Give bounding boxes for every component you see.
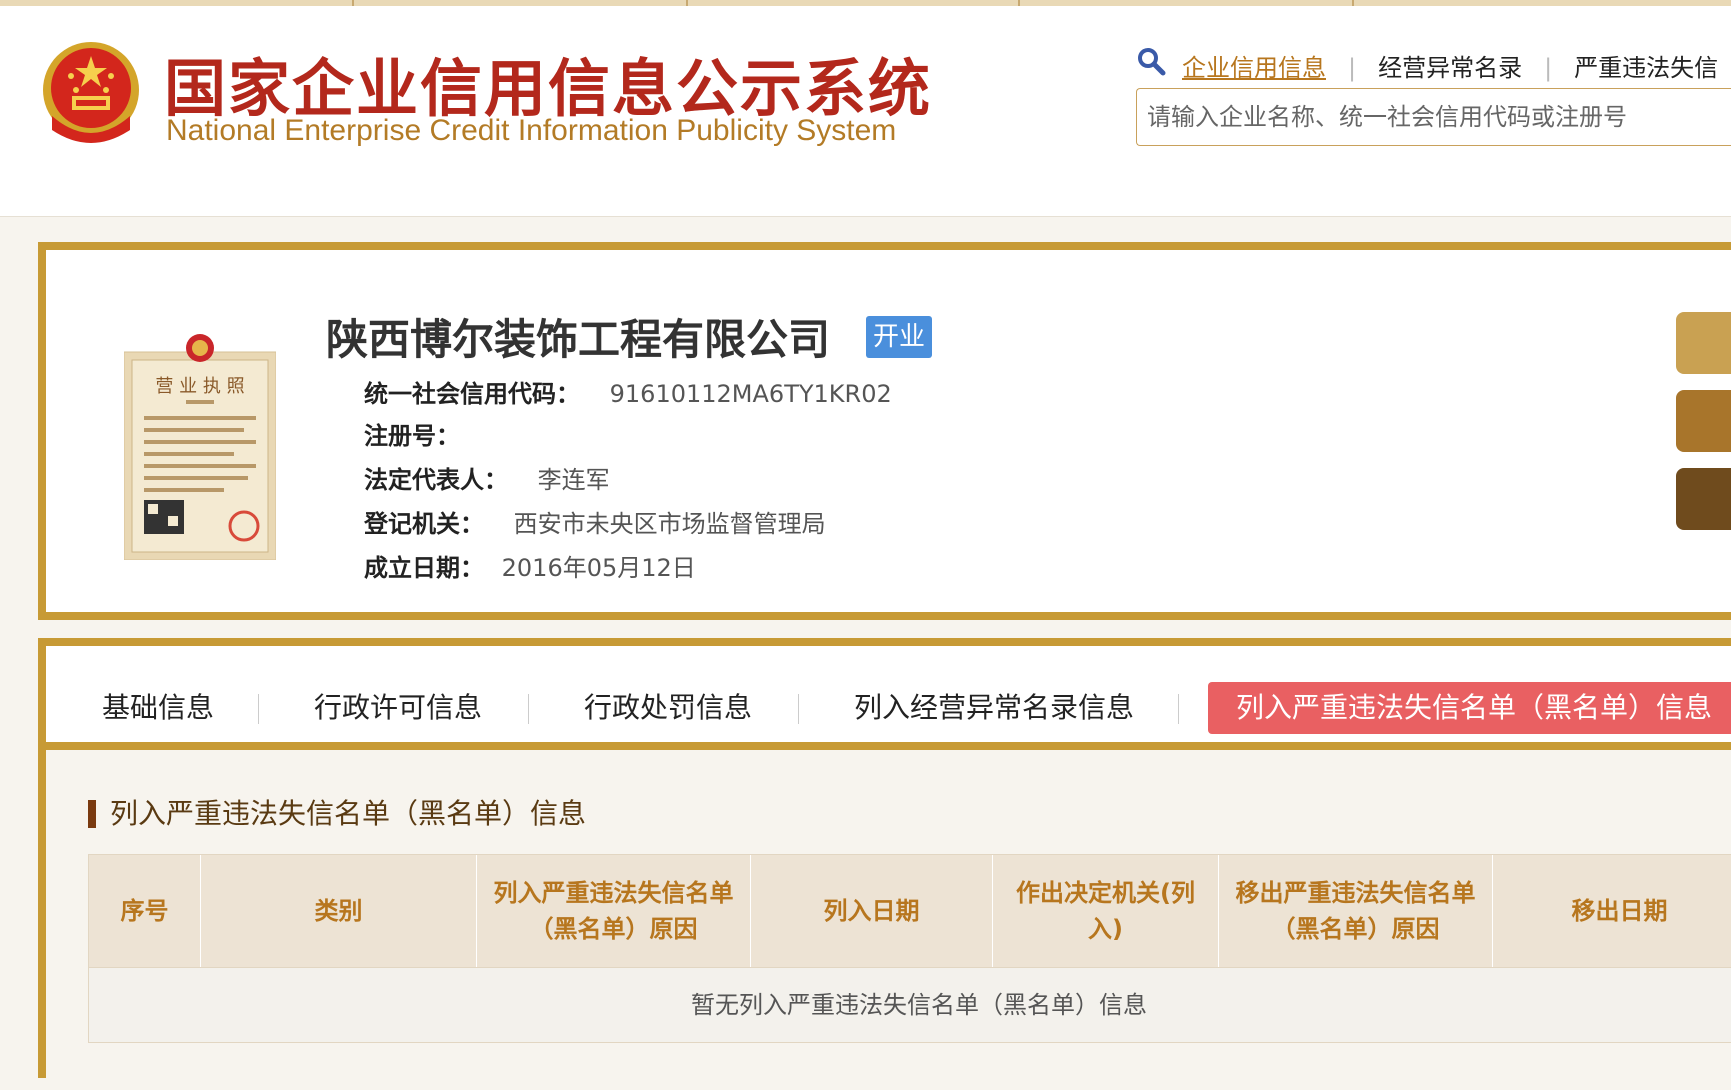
info-reg-number: 注册号： [364, 416, 460, 451]
column-header-removal-reason: 移出严重违法失信名单（黑名单）原因 [1219, 855, 1493, 967]
tab-basic-info[interactable]: 基础信息 [102, 686, 214, 726]
info-label: 法定代表人： [364, 466, 508, 494]
column-header-deciding-authority: 作出决定机关(列入) [993, 855, 1219, 967]
tab-blacklist[interactable]: 列入严重违法失信名单（黑名单）信息 [1208, 682, 1731, 734]
nav-link-blacklist[interactable]: 严重违法失信 [1574, 54, 1718, 82]
column-header-category: 类别 [201, 855, 477, 967]
search-box [1136, 88, 1731, 146]
search-input[interactable] [1137, 89, 1729, 145]
info-value: 91610112MA6TY1KR02 [609, 380, 892, 408]
table-header: 序号 类别 列入严重违法失信名单（黑名单）原因 列入日期 作出决定机关(列入) … [88, 854, 1731, 968]
side-action-button-1[interactable] [1676, 312, 1731, 374]
site-title-en: National Enterprise Credit Information P… [166, 114, 897, 147]
tab-bar: 基础信息 行政许可信息 行政处罚信息 列入经营异常名录信息 列入严重违法失信名单… [46, 646, 1731, 742]
info-label: 注册号： [364, 422, 460, 450]
column-header-index: 序号 [89, 855, 201, 967]
tab-underline [46, 742, 1731, 750]
search-icon[interactable] [1136, 46, 1166, 76]
side-action-button-2[interactable] [1676, 390, 1731, 452]
business-license-image: 营 业 执 照 [124, 334, 276, 560]
license-caption: 营 业 执 照 [155, 376, 244, 397]
site-header: 国家企业信用信息公示系统 National Enterprise Credit … [0, 6, 1731, 217]
status-badge: 开业 [866, 316, 932, 358]
info-founded: 成立日期： 2016年05月12日 [364, 548, 696, 583]
info-legal-rep: 法定代表人： 李连军 [364, 460, 610, 495]
tab-abnormal-list[interactable]: 列入经营异常名录信息 [854, 686, 1134, 726]
section-title: 列入严重违法失信名单（黑名单）信息 [88, 800, 586, 828]
blacklist-section: 列入严重违法失信名单（黑名单）信息 序号 类别 列入严重违法失信名单（黑名单）原… [46, 750, 1731, 1090]
info-label: 统一社会信用代码： [364, 380, 580, 408]
info-value: 西安市未央区市场监督管理局 [513, 510, 826, 538]
national-emblem-icon [43, 42, 139, 143]
top-nav: 企业信用信息 | 经营异常名录 | 严重违法失信 [1182, 54, 1719, 82]
column-header-removal-date: 移出日期 [1493, 855, 1731, 967]
blacklist-table: 序号 类别 列入严重违法失信名单（黑名单）原因 列入日期 作出决定机关(列入) … [88, 854, 1731, 1043]
nav-link-credit-info[interactable]: 企业信用信息 [1182, 54, 1326, 82]
tab-admin-license[interactable]: 行政许可信息 [314, 686, 482, 726]
info-tab-panel: 基础信息 行政许可信息 行政处罚信息 列入经营异常名录信息 列入严重违法失信名单… [38, 638, 1731, 1090]
info-label: 成立日期： [364, 554, 484, 582]
company-name: 陕西博尔装饰工程有限公司 [326, 315, 831, 364]
info-authority: 登记机关： 西安市未央区市场监督管理局 [364, 504, 826, 539]
table-body: 暂无列入严重违法失信名单（黑名单）信息 [88, 968, 1731, 1043]
info-value: 2016年05月12日 [501, 554, 696, 582]
info-label: 登记机关： [364, 510, 484, 538]
column-header-listing-date: 列入日期 [751, 855, 993, 967]
tab-admin-penalty[interactable]: 行政处罚信息 [584, 686, 752, 726]
info-credit-code: 统一社会信用代码： 91610112MA6TY1KR02 [364, 374, 892, 409]
column-header-listing-reason: 列入严重违法失信名单（黑名单）原因 [477, 855, 751, 967]
company-card: 营 业 执 照 陕西博尔装饰工程有限公司 开业 统一社会信用代码： 916101… [38, 242, 1731, 620]
side-action-button-3[interactable] [1676, 468, 1731, 530]
info-value: 李连军 [537, 466, 610, 494]
nav-link-abnormal-list[interactable]: 经营异常名录 [1378, 54, 1522, 82]
empty-message: 暂无列入严重违法失信名单（黑名单）信息 [691, 991, 1147, 1019]
